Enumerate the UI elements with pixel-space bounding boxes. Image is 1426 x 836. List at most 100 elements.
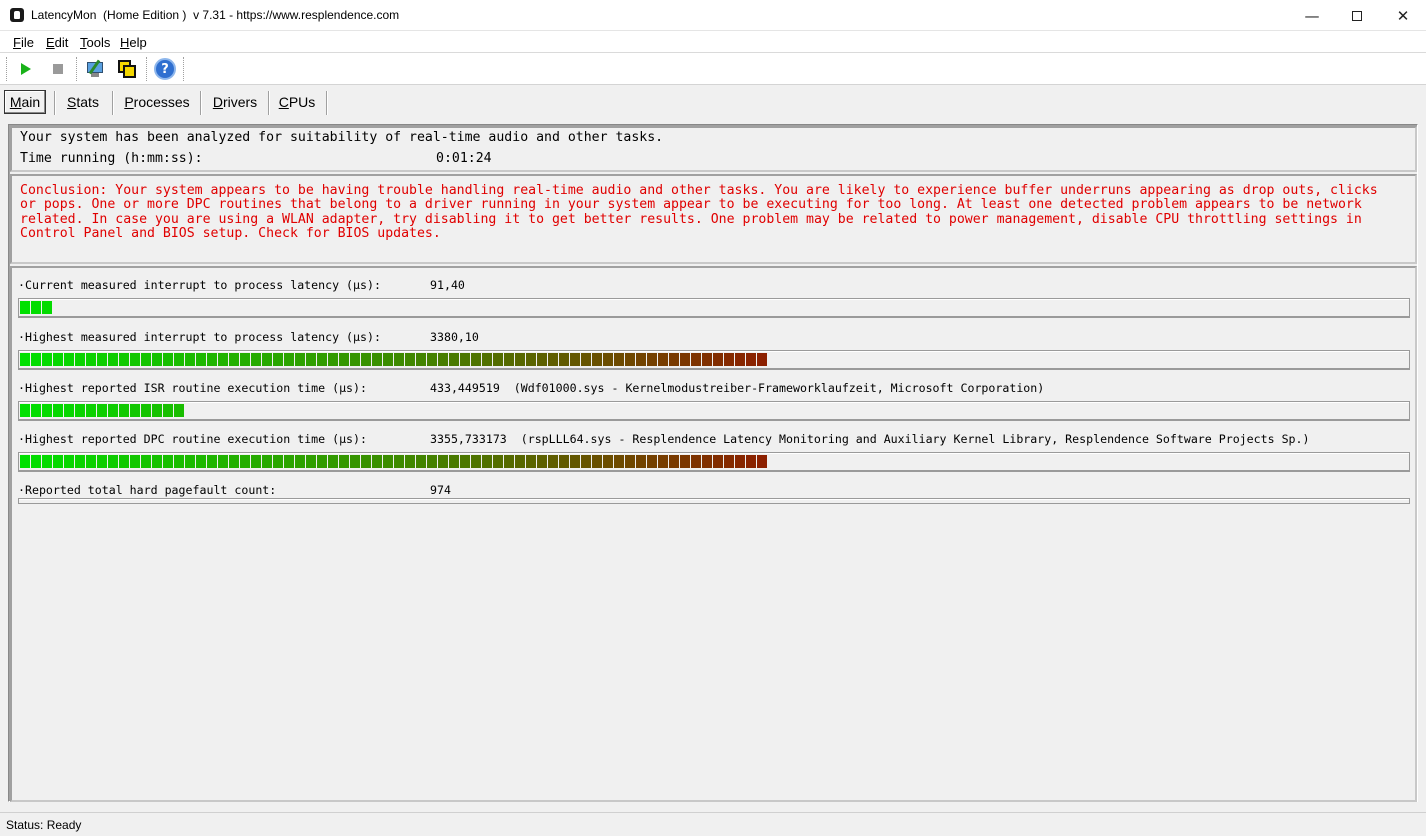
stop-button[interactable]	[46, 57, 70, 81]
maximize-button[interactable]	[1334, 0, 1380, 31]
metric-value: 433,449519 (Wdf01000.sys - Kernelmodustr…	[430, 381, 1045, 395]
bar-segment	[53, 353, 63, 366]
bar-segment	[350, 455, 360, 468]
bar-segment	[20, 455, 30, 468]
toolbar-separator	[183, 57, 184, 81]
bar-segment	[75, 404, 85, 417]
copy-button[interactable]	[115, 57, 139, 81]
bar-segment	[636, 455, 646, 468]
bar-segment	[262, 353, 272, 366]
bar-segment	[317, 455, 327, 468]
tab-main-label: ain	[21, 94, 41, 110]
minimize-button[interactable]: —	[1289, 0, 1335, 31]
metric-label: ·Highest measured interrupt to process l…	[18, 330, 381, 344]
latency-bar	[18, 452, 1410, 472]
maximize-icon	[1352, 10, 1362, 21]
bar-segment	[658, 455, 668, 468]
bar-segment	[537, 455, 547, 468]
tools-icon	[85, 59, 105, 79]
menu-edit[interactable]: Edit	[46, 35, 68, 50]
menu-tools-label: ools	[86, 35, 111, 50]
menu-file-label: ile	[20, 35, 34, 50]
analysis-summary-text: Your system has been analyzed for suitab…	[20, 130, 664, 145]
menu-file[interactable]: File	[13, 35, 34, 50]
bar-segment	[53, 404, 63, 417]
menu-tools[interactable]: Tools	[80, 35, 110, 50]
tab-stats[interactable]: Stats	[60, 90, 106, 114]
bar-segment	[680, 353, 690, 366]
bar-segment	[141, 455, 151, 468]
bar-segment	[42, 404, 52, 417]
metric-value: 91,40	[430, 278, 465, 292]
bar-segment	[405, 353, 415, 366]
bar-segment	[713, 455, 723, 468]
bar-segment	[108, 404, 118, 417]
conclusion-panel: Conclusion: Your system appears to be ha…	[10, 174, 1417, 264]
bar-segment	[405, 455, 415, 468]
bar-segment	[757, 455, 767, 468]
bar-segment	[416, 353, 426, 366]
menu-bar: File Edit Tools Help	[0, 31, 1426, 53]
bar-segment	[746, 455, 756, 468]
bar-segment	[273, 455, 283, 468]
menu-edit-hotkey: E	[46, 35, 55, 50]
menu-help-hotkey: H	[120, 35, 130, 50]
bar-segment	[174, 455, 184, 468]
close-button[interactable]: ✕	[1380, 0, 1426, 31]
time-running-value: 0:01:24	[436, 151, 492, 166]
bar-segment	[724, 353, 734, 366]
tab-main[interactable]: Main	[4, 90, 46, 114]
bar-segment	[669, 353, 679, 366]
metric-value: 3355,733173 (rspLLL64.sys - Resplendence…	[430, 432, 1310, 446]
bar-segment	[64, 455, 74, 468]
tab-drivers[interactable]: Drivers	[206, 90, 264, 114]
latency-bar	[18, 350, 1410, 370]
bar-segment	[229, 455, 239, 468]
bar-segment	[592, 353, 602, 366]
bar-segment	[31, 353, 41, 366]
bar-segment	[702, 353, 712, 366]
metric-label: ·Current measured interrupt to process l…	[18, 278, 381, 292]
bar-segment	[702, 455, 712, 468]
bar-segment	[614, 353, 624, 366]
bar-segment	[20, 404, 30, 417]
tab-cpus-hotkey: C	[278, 94, 289, 110]
bar-segment	[559, 353, 569, 366]
bar-segment	[372, 353, 382, 366]
bar-segment	[592, 455, 602, 468]
tab-processes-label: rocesses	[133, 94, 190, 110]
minimize-icon: —	[1304, 6, 1320, 25]
help-button[interactable]: ?	[153, 57, 177, 81]
bar-segment	[438, 455, 448, 468]
tab-stats-hotkey: S	[67, 94, 77, 110]
bar-segment	[185, 455, 195, 468]
bar-segment	[625, 455, 635, 468]
bar-segment	[130, 455, 140, 468]
latency-bar	[18, 298, 1410, 318]
bar-segment	[493, 455, 503, 468]
bar-segment	[493, 353, 503, 366]
stop-icon	[53, 64, 63, 74]
bar-segment	[438, 353, 448, 366]
tab-cpus[interactable]: C PUs	[274, 90, 320, 114]
bar-segment	[537, 353, 547, 366]
menu-edit-label: dit	[54, 35, 69, 50]
tab-processes[interactable]: Processes	[118, 90, 196, 114]
tab-separator	[54, 91, 56, 115]
tab-separator	[326, 91, 328, 115]
bar-segment	[196, 455, 206, 468]
bar-segment	[174, 404, 184, 417]
bar-segment	[526, 353, 536, 366]
bar-segment	[86, 404, 96, 417]
bar-segment	[735, 353, 745, 366]
bar-segment	[658, 353, 668, 366]
start-button[interactable]	[14, 57, 38, 81]
bar-segment	[581, 455, 591, 468]
bar-segment	[152, 353, 162, 366]
menu-help[interactable]: Help	[120, 35, 147, 50]
bar-segment	[548, 455, 558, 468]
tools-button[interactable]	[83, 57, 107, 81]
bar-segment	[361, 455, 371, 468]
bar-segment	[97, 455, 107, 468]
toolbar: ?	[0, 53, 1426, 85]
